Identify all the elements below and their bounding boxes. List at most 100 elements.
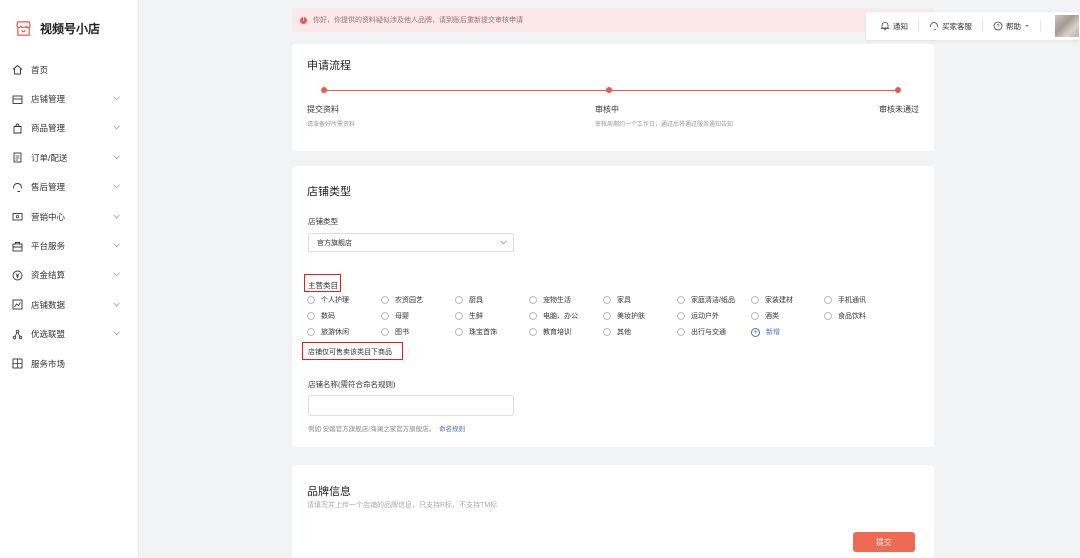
category-option[interactable]: 珠宝首饰 — [455, 327, 497, 337]
radio-button[interactable] — [529, 312, 537, 320]
brand[interactable]: 视频号小店 — [15, 20, 100, 37]
question-icon: ? — [993, 21, 1003, 31]
sidebar-item-label: 营销中心 — [31, 211, 66, 222]
category-option-label: 图书 — [395, 329, 409, 336]
category-option-label: 农资园艺 — [395, 297, 423, 304]
sidebar-item-2[interactable]: 店铺管理 — [0, 84, 139, 113]
category-option[interactable]: 旅游休闲 — [307, 327, 349, 337]
brand-info-subtitle: 请填写并上传一个店铺的品牌信息，只支持R标，不支持TM标 — [307, 502, 498, 509]
category-option[interactable]: 宠物生活 — [529, 295, 571, 305]
radio-button[interactable] — [307, 296, 315, 304]
category-option[interactable]: 数码 — [307, 311, 335, 321]
category-option[interactable]: 电脑、办公 — [529, 311, 578, 321]
sidebar-item-label: 店铺管理 — [31, 94, 66, 105]
category-option[interactable]: 其他 — [603, 327, 631, 337]
radio-button[interactable] — [381, 296, 389, 304]
sidebar-item-8[interactable]: 资金结算 — [0, 261, 139, 290]
sidebar-item-6[interactable]: 营销中心 — [0, 202, 139, 231]
top-utility-bar: 通知 买家客服 ? 帮助 — [866, 12, 1080, 40]
sidebar-item-1[interactable]: 首页 — [0, 55, 139, 84]
radio-button[interactable] — [307, 328, 315, 336]
radio-button[interactable] — [455, 296, 463, 304]
sidebar-item-label: 服务市场 — [31, 358, 66, 369]
category-option[interactable]: 家装建材 — [751, 295, 793, 305]
shop-logo-icon — [16, 21, 31, 36]
category-option[interactable]: 个人护理 — [307, 295, 349, 305]
category-label: 主营类目 — [308, 281, 338, 290]
chevron-down-icon[interactable] — [113, 272, 120, 277]
help-button[interactable]: ? 帮助 — [993, 20, 1041, 32]
radio-button[interactable] — [751, 296, 759, 304]
brand-name: 视频号小店 — [40, 22, 101, 36]
category-option-label: 食品饮料 — [838, 313, 866, 320]
category-option[interactable]: 家庭清洁/纸品 — [677, 295, 735, 305]
naming-rule-link[interactable]: 命名规则 — [439, 426, 465, 433]
radio-button[interactable] — [603, 328, 611, 336]
store-type-select[interactable]: 官方旗舰店 — [308, 233, 514, 252]
chevron-down-icon[interactable] — [113, 302, 120, 307]
category-option[interactable]: 酒类 — [751, 311, 779, 321]
category-option-label: 家庭清洁/纸品 — [691, 297, 735, 304]
sidebar-item-7[interactable]: 平台服务 — [0, 231, 139, 260]
service-label: 买家客服 — [942, 21, 972, 31]
radio-button[interactable] — [824, 296, 832, 304]
radio-button[interactable] — [381, 328, 389, 336]
chevron-down-icon — [500, 240, 507, 245]
radio-button[interactable] — [603, 312, 611, 320]
sidebar-nav: 首页店铺管理商品管理 订单/配送 售后管理营销中心平台服务资金结算 店铺数据 优选联盟服… — [0, 55, 139, 378]
add-category-button[interactable]: + 新增 — [751, 327, 780, 337]
submit-button[interactable]: 提交 — [853, 532, 915, 552]
category-option-label: 电脑、办公 — [543, 313, 578, 320]
radio-button[interactable] — [751, 312, 759, 320]
chevron-down-icon[interactable] — [113, 155, 120, 160]
category-option[interactable]: 教育培训 — [529, 327, 571, 337]
store-name-input[interactable] — [308, 395, 514, 416]
notify-button[interactable]: 通知 — [880, 20, 919, 32]
radio-button[interactable] — [381, 312, 389, 320]
radio-button[interactable] — [603, 296, 611, 304]
radio-button[interactable] — [455, 312, 463, 320]
sidebar-item-11[interactable]: 服务市场 — [0, 349, 139, 378]
radio-button[interactable] — [677, 328, 685, 336]
category-option[interactable]: 食品饮料 — [824, 311, 866, 321]
sidebar-item-3[interactable]: 商品管理 — [0, 114, 139, 143]
radio-button[interactable] — [824, 312, 832, 320]
plus-icon: + — [751, 327, 760, 337]
radio-button[interactable] — [677, 312, 685, 320]
chevron-down-icon[interactable] — [113, 184, 120, 189]
chevron-down-icon[interactable] — [113, 331, 120, 336]
category-option[interactable]: 生鲜 — [455, 311, 483, 321]
chevron-down-icon[interactable] — [113, 214, 120, 219]
category-option-label: 出行与交通 — [691, 329, 726, 336]
sidebar-item-5[interactable]: 售后管理 — [0, 173, 139, 202]
avatar[interactable] — [1055, 15, 1079, 37]
chevron-down-icon[interactable] — [113, 243, 120, 248]
sidebar-item-10[interactable]: 优选联盟 — [0, 320, 139, 349]
marketing-icon — [12, 211, 23, 222]
radio-button[interactable] — [677, 296, 685, 304]
category-option-label: 母婴 — [395, 313, 409, 320]
category-option[interactable]: 母婴 — [381, 311, 409, 321]
category-option[interactable]: 美妆护肤 — [603, 311, 645, 321]
category-option[interactable]: 图书 — [381, 327, 409, 337]
category-option[interactable]: 出行与交通 — [677, 327, 726, 337]
category-option[interactable]: 手机通讯 — [824, 295, 866, 305]
sidebar-item-9[interactable]: 店铺数据 — [0, 290, 139, 319]
category-option[interactable]: 农资园艺 — [381, 295, 423, 305]
customer-service-button[interactable]: 买家客服 — [929, 20, 983, 32]
radio-button[interactable] — [529, 328, 537, 336]
category-option[interactable]: 运动户外 — [677, 311, 719, 321]
store-type-label: 店铺类型 — [308, 217, 338, 226]
sidebar-item-label: 平台服务 — [31, 241, 66, 252]
radio-button[interactable] — [307, 312, 315, 320]
category-option-label: 其他 — [617, 329, 631, 336]
chevron-down-icon[interactable] — [113, 96, 120, 101]
category-option[interactable]: 厨具 — [455, 295, 483, 305]
chevron-down-icon[interactable] — [113, 125, 120, 130]
category-option[interactable]: 家具 — [603, 295, 631, 305]
sidebar-item-4[interactable]: 订单/配送 — [0, 143, 139, 172]
category-option-label: 教育培训 — [543, 329, 571, 336]
radio-button[interactable] — [455, 328, 463, 336]
radio-button[interactable] — [529, 296, 537, 304]
home-icon — [12, 64, 23, 75]
